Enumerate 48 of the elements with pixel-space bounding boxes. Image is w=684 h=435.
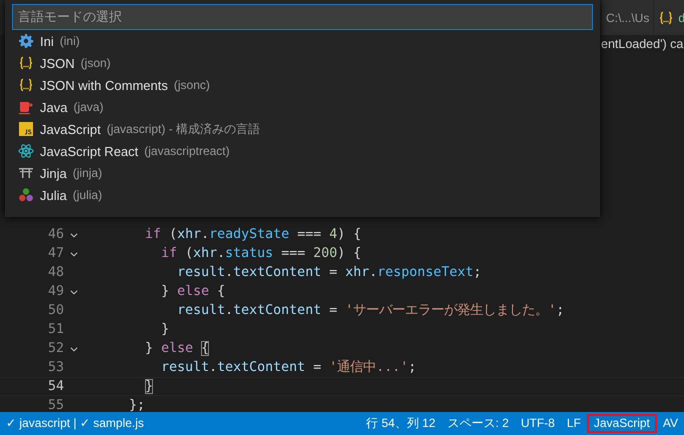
code-line: result.textContent = '通信中...'; bbox=[160, 358, 416, 377]
status-item[interactable]: AV bbox=[656, 414, 684, 433]
line-number: 46 bbox=[46, 226, 64, 244]
code-line: if (xhr.readyState === 4) { bbox=[144, 226, 362, 244]
editor-tab[interactable]: C:\...\Us bbox=[601, 0, 654, 35]
code-line: } else { bbox=[160, 283, 226, 301]
gate-icon bbox=[18, 165, 34, 181]
atom-icon bbox=[18, 143, 34, 159]
code-line: result.textContent = 'サーバーエラーが発生しました。'; bbox=[176, 302, 564, 320]
line-number: 54 bbox=[46, 378, 64, 396]
braces-icon bbox=[658, 10, 674, 26]
status-item[interactable]: LF bbox=[560, 414, 587, 433]
code-line: result.textContent = xhr.responseText; bbox=[176, 264, 482, 282]
code-line: }; bbox=[128, 397, 146, 412]
language-item[interactable]: Julia (julia) bbox=[10, 184, 600, 206]
line-number: 48 bbox=[46, 264, 64, 282]
status-item[interactable]: スペース: 2 bbox=[441, 414, 515, 433]
line-number: 49 bbox=[46, 283, 64, 301]
braces-icon bbox=[18, 55, 34, 71]
line-number: 55 bbox=[46, 397, 64, 412]
language-item[interactable]: JavaScript (javascript) - 構成済みの言語 bbox=[10, 118, 600, 140]
language-item[interactable]: JavaScript React (javascriptreact) bbox=[10, 140, 600, 162]
line-number: 51 bbox=[46, 321, 64, 339]
language-item[interactable]: Jinja (jinja) bbox=[10, 162, 600, 184]
code-text: entLoaded') ca bbox=[601, 36, 684, 53]
line-number: 50 bbox=[46, 302, 64, 320]
status-item[interactable]: UTF-8 bbox=[514, 414, 561, 433]
line-number: 47 bbox=[46, 245, 64, 263]
code-line: if (xhr.status === 200) { bbox=[160, 245, 362, 263]
code-line: } bbox=[144, 378, 154, 396]
gear-icon bbox=[18, 33, 34, 49]
status-item[interactable]: JavaScript bbox=[586, 414, 657, 433]
editor-tab[interactable]: d bbox=[653, 0, 684, 35]
line-number: 53 bbox=[46, 359, 64, 377]
status-item[interactable]: ✓ javascript | ✓ sample.js bbox=[0, 414, 150, 433]
search-field[interactable]: 言語モードの選択 bbox=[12, 4, 593, 30]
braces-icon bbox=[18, 77, 34, 93]
language-item[interactable]: Java (java) bbox=[10, 96, 600, 118]
language-item[interactable]: Ini (ini) bbox=[10, 30, 600, 52]
language-item[interactable]: JSON (json) bbox=[10, 52, 600, 74]
language-item[interactable]: JSON with Comments (jsonc) bbox=[10, 74, 600, 96]
code-line: } else { bbox=[144, 340, 210, 358]
dots-icon bbox=[18, 187, 34, 203]
js-icon bbox=[18, 121, 34, 137]
line-number: 52 bbox=[46, 340, 64, 358]
cup-icon bbox=[18, 99, 34, 115]
status-item[interactable]: 行 54、列 12 bbox=[360, 414, 442, 433]
code-line: } bbox=[160, 321, 170, 339]
